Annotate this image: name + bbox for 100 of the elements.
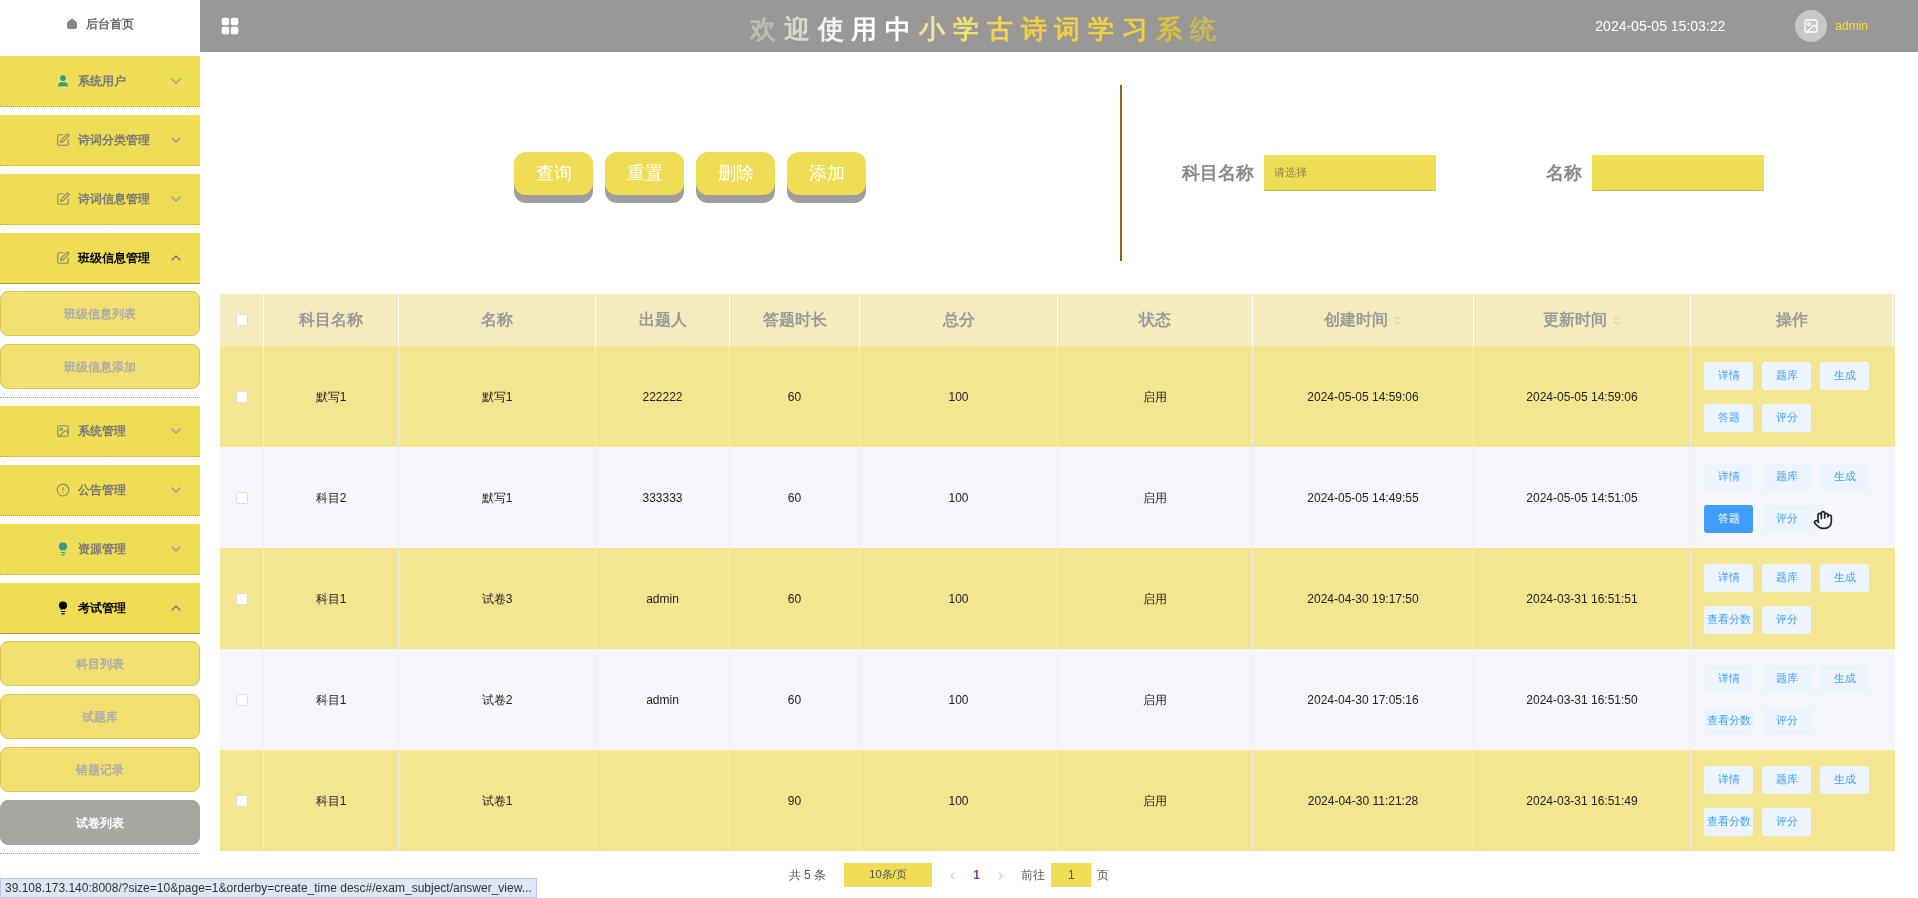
table-cell-text: admin xyxy=(646,590,679,608)
action-button[interactable]: 查看分数 xyxy=(1704,605,1753,634)
action-button[interactable]: 详情 xyxy=(1704,462,1753,491)
menu-icon[interactable] xyxy=(220,16,240,36)
action-button[interactable]: 题库 xyxy=(1762,462,1811,491)
menu-group[interactable]: 系统管理 xyxy=(0,406,200,457)
checkbox[interactable] xyxy=(235,794,248,807)
note-icon xyxy=(56,251,70,265)
field-label: 科目名称 xyxy=(1182,161,1254,185)
table-cell-text: 100 xyxy=(948,792,969,810)
lightbulb-icon xyxy=(56,601,70,615)
action-button[interactable]: 生成 xyxy=(1820,361,1869,390)
action-button[interactable]: 题库 xyxy=(1762,765,1811,794)
action-button[interactable]: 题库 xyxy=(1762,361,1811,390)
table-cell-text: 90 xyxy=(787,792,802,810)
action-button[interactable]: 详情 xyxy=(1704,664,1753,693)
status-url: 39.108.173.140:8008/?size=10&page=1&orderby=create_time desc#/exam_subject/answer_view... xyxy=(0,878,537,898)
table-cell-text: 科目1 xyxy=(315,590,347,608)
checkbox[interactable] xyxy=(235,592,248,605)
table-cell-text: 2024-04-30 19:17:50 xyxy=(1307,590,1419,608)
home-icon xyxy=(66,18,78,30)
total-count: 共 5 条 xyxy=(788,866,826,884)
note-icon xyxy=(56,133,70,147)
table-cell-text: 科目1 xyxy=(315,691,347,709)
table-cell-text: 启用 xyxy=(1143,489,1167,507)
menu-group[interactable]: 公告管理 xyxy=(0,465,200,516)
action-button[interactable]: 详情 xyxy=(1704,765,1753,794)
table-cell-text: 60 xyxy=(787,590,802,608)
table-cell-text: 科目2 xyxy=(315,489,347,507)
action-button[interactable]: 评分 xyxy=(1762,807,1811,836)
action-button[interactable]: 题库 xyxy=(1762,664,1811,693)
note-icon xyxy=(56,192,70,206)
action-button[interactable]: 生成 xyxy=(1820,765,1869,794)
table-cell-text: 默写1 xyxy=(481,489,513,507)
submenu-item[interactable]: 错题记录 xyxy=(0,747,200,792)
checkbox[interactable] xyxy=(235,693,248,706)
action-button[interactable]: 评分 xyxy=(1762,605,1811,634)
table-cell-text: 启用 xyxy=(1143,590,1167,608)
action-button[interactable]: 查看分数 xyxy=(1704,706,1753,735)
submenu-item[interactable]: 班级信息列表 xyxy=(0,291,200,336)
action-button[interactable]: 评分 xyxy=(1762,403,1811,432)
action-button[interactable]: 详情 xyxy=(1704,361,1753,390)
action-button[interactable]: 评分 xyxy=(1762,706,1811,735)
column-header: 答题时长 xyxy=(762,310,827,330)
action-button[interactable]: 生成 xyxy=(1820,462,1869,491)
table-cell-text: 默写1 xyxy=(315,388,347,406)
menu-group[interactable]: 诗词分类管理 xyxy=(0,115,200,166)
checkbox[interactable] xyxy=(235,491,248,504)
column-header: 出题人 xyxy=(638,310,687,330)
table-cell-text: 试卷3 xyxy=(481,590,513,608)
table-cell-text: 222222 xyxy=(642,388,683,406)
select-field[interactable]: 请选择 xyxy=(1264,155,1436,191)
page-number[interactable]: 1 xyxy=(973,865,980,884)
checkbox[interactable] xyxy=(235,390,248,403)
next-page-button[interactable]: › xyxy=(998,862,1004,887)
table-cell-text: 100 xyxy=(948,388,969,406)
action-button[interactable]: 答题 xyxy=(1704,403,1753,432)
menu-group[interactable]: 资源管理 xyxy=(0,524,200,575)
table-cell-text: 启用 xyxy=(1143,691,1167,709)
action-button[interactable]: 评分 xyxy=(1762,504,1811,533)
column-header[interactable]: 创建时间 xyxy=(1323,308,1388,332)
lightbulb-icon xyxy=(56,542,70,556)
action-button[interactable]: 生成 xyxy=(1820,563,1869,592)
menu-group[interactable]: 考试管理 xyxy=(0,583,200,634)
table-cell-text: 100 xyxy=(948,691,969,709)
table-cell-text: 60 xyxy=(787,388,802,406)
action-button[interactable]: 查看分数 xyxy=(1704,807,1753,836)
table-cell-text: 60 xyxy=(787,691,802,709)
action-button[interactable]: 答题 xyxy=(1704,504,1753,533)
avatar[interactable] xyxy=(1795,10,1828,42)
column-header: 操作 xyxy=(1775,310,1808,330)
menu-group[interactable]: 班级信息管理 xyxy=(0,233,200,284)
submenu-item[interactable]: 班级信息添加 xyxy=(0,344,200,389)
image-icon xyxy=(1803,18,1820,34)
username-text[interactable]: admin xyxy=(1835,17,1868,35)
action-button[interactable]: 题库 xyxy=(1762,563,1811,592)
submenu-item[interactable]: 试卷列表 xyxy=(0,800,200,845)
table-cell-text: 2024-05-05 14:59:06 xyxy=(1526,388,1638,406)
table-cell-text: admin xyxy=(646,691,679,709)
column-header[interactable]: 更新时间 xyxy=(1542,308,1607,332)
action-button[interactable]: 生成 xyxy=(1820,664,1869,693)
action-button[interactable]: 详情 xyxy=(1704,563,1753,592)
home-menu-item[interactable]: 后台首页 xyxy=(0,0,200,48)
submenu-item[interactable]: 试题库 xyxy=(0,694,200,739)
menu-group[interactable]: 诗词信息管理 xyxy=(0,174,200,225)
menu-group[interactable]: 系统用户 xyxy=(0,56,200,107)
page-size-select[interactable]: 10条/页 xyxy=(844,862,932,887)
table-cell-text: 科目1 xyxy=(315,792,347,810)
column-header: 总分 xyxy=(942,310,975,330)
submenu-item[interactable]: 科目列表 xyxy=(0,641,200,686)
checkbox[interactable] xyxy=(235,314,248,326)
input-field[interactable] xyxy=(1592,155,1764,191)
column-header: 状态 xyxy=(1139,310,1171,330)
table-cell-text: 试卷2 xyxy=(481,691,513,709)
table-cell-text: 启用 xyxy=(1143,792,1167,810)
table-cell-text: 2024-03-31 16:51:50 xyxy=(1526,691,1638,709)
previous-page-button[interactable]: ‹ xyxy=(950,862,956,887)
goto-page-input[interactable]: 1 xyxy=(1051,862,1092,887)
table-cell-text: 启用 xyxy=(1143,388,1167,406)
table-cell-text: 333333 xyxy=(642,489,683,507)
